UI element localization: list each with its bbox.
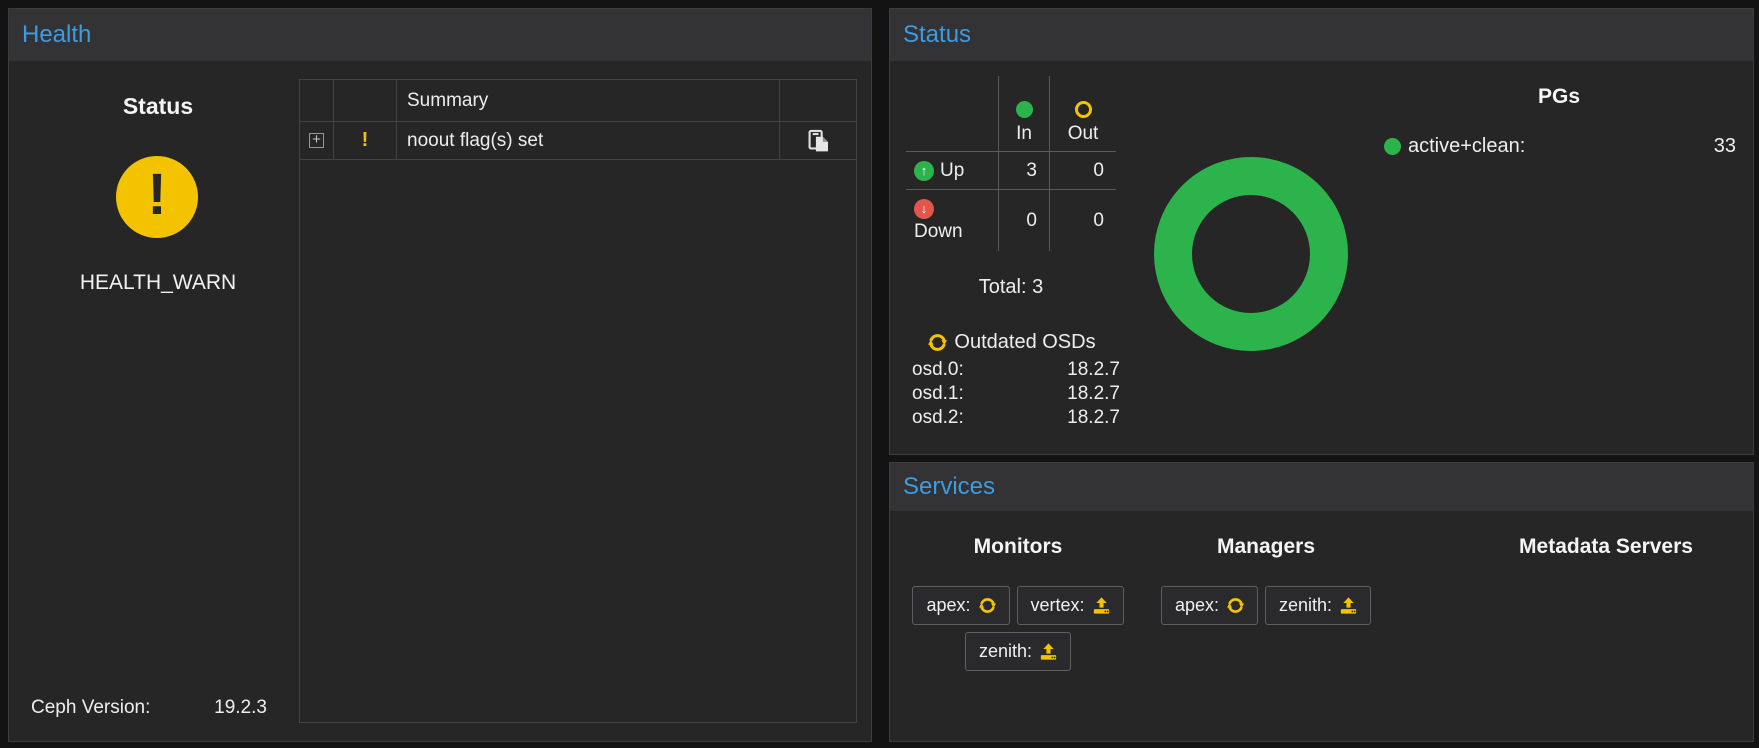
status-panel-title: Status: [903, 21, 971, 49]
outdated-osds-label: Outdated OSDs: [954, 331, 1095, 354]
outdated-osds-list: osd.0: 18.2.7 osd.1: 18.2.7 osd.2: 18.2.…: [912, 358, 1120, 430]
metadata-servers-heading: Metadata Servers: [1478, 533, 1734, 561]
health-summary-table: Summary + ! noout flag(s) set: [299, 79, 857, 723]
outdated-osds-heading: Outdated OSDs: [900, 331, 1124, 354]
pgs-donut-chart: [1154, 157, 1348, 351]
services-panel-header: Services: [890, 463, 1753, 511]
arrow-circle-down-icon: ↓: [914, 199, 934, 219]
copy-icon[interactable]: [807, 129, 830, 153]
manager-zenith-button[interactable]: zenith:: [1265, 586, 1371, 625]
down-row-header: ↓ Down: [906, 189, 998, 251]
in-dot-icon: [1016, 101, 1033, 118]
row-severity-cell: !: [334, 122, 397, 159]
ceph-version-value: 19.2.3: [214, 697, 267, 719]
osd-name: osd.1:: [912, 383, 964, 405]
exclamation-glyph: !: [147, 166, 166, 224]
osd-updown-grid: In Out ↑ Up 3 0 ↓ Down 0 0: [906, 76, 1116, 251]
out-column-header: Out: [1049, 76, 1116, 151]
down-row-label: Down: [914, 221, 998, 243]
services-panel: Services Monitors apex: vertex:: [889, 462, 1754, 742]
monitor-zenith-button[interactable]: zenith:: [965, 632, 1071, 671]
up-row-header: ↑ Up: [906, 151, 998, 189]
osd-name: osd.0:: [912, 359, 964, 381]
upload-icon: [1093, 597, 1110, 614]
table-row[interactable]: + ! noout flag(s) set: [300, 122, 856, 160]
monitor-apex-button[interactable]: apex:: [912, 586, 1009, 625]
status-panel-header: Status: [890, 9, 1753, 61]
managers-heading: Managers: [1138, 533, 1394, 561]
health-panel-title: Health: [22, 21, 91, 49]
monitor-vertex-button[interactable]: vertex:: [1017, 586, 1124, 625]
osd-version: 18.2.7: [1067, 407, 1120, 429]
out-ring-icon: [1075, 101, 1092, 118]
list-item: osd.0: 18.2.7: [912, 358, 1120, 382]
expander-column-header: [300, 80, 334, 121]
monitors-buttons: apex: vertex:: [890, 586, 1146, 671]
osd-name: osd.2:: [912, 407, 964, 429]
managers-buttons: apex: zenith:: [1138, 586, 1394, 625]
osd-version: 18.2.7: [1067, 359, 1120, 381]
sync-icon: [928, 333, 947, 352]
pgs-legend-label: active+clean:: [1408, 135, 1525, 158]
row-action-cell: [780, 122, 856, 159]
osd-down-out-count: 0: [1049, 189, 1116, 251]
sync-icon: [1227, 597, 1244, 614]
list-item: osd.1: 18.2.7: [912, 382, 1120, 406]
row-summary-cell: noout flag(s) set: [397, 122, 780, 159]
service-name: zenith:: [1279, 595, 1332, 616]
in-column-header: In: [998, 76, 1049, 151]
health-panel-body: Status ! HEALTH_WARN Summary + ! noout f…: [9, 61, 871, 741]
service-name: apex:: [1175, 595, 1219, 616]
monitors-group: Monitors apex: vertex:: [890, 533, 1146, 671]
health-panel: Health Status ! HEALTH_WARN Summary + ! …: [8, 8, 872, 742]
ceph-version-row: Ceph Version: 19.2.3: [31, 697, 267, 719]
out-header-label: Out: [1068, 123, 1099, 145]
services-panel-body: Monitors apex: vertex:: [890, 511, 1753, 741]
health-warning-icon: !: [116, 156, 198, 238]
status-panel-body: In Out ↑ Up 3 0 ↓ Down 0 0 Total: 3: [890, 61, 1753, 454]
service-name: zenith:: [979, 641, 1032, 662]
status-panel: Status In Out ↑ Up 3 0 ↓ Down 0 0: [889, 8, 1754, 455]
service-name: vertex:: [1031, 595, 1085, 616]
grid-corner-cell: [906, 76, 998, 151]
managers-group: Managers apex: zenith:: [1138, 533, 1394, 625]
pgs-heading: PGs: [1459, 85, 1659, 109]
active-clean-dot-icon: [1384, 138, 1401, 155]
pgs-legend-value: 33: [1714, 135, 1736, 158]
arrow-circle-up-icon: ↑: [914, 161, 934, 181]
health-panel-header: Health: [9, 9, 871, 61]
severity-column-header: [334, 80, 397, 121]
osd-up-out-count: 0: [1049, 151, 1116, 189]
action-column-header: [780, 80, 856, 121]
warning-exclamation-icon: !: [362, 129, 369, 152]
up-row-label: Up: [940, 160, 964, 182]
upload-icon: [1340, 597, 1357, 614]
osd-up-in-count: 3: [998, 151, 1049, 189]
ceph-version-label: Ceph Version:: [31, 697, 150, 719]
service-name: apex:: [926, 595, 970, 616]
pgs-legend-row: active+clean: 33: [1384, 133, 1736, 159]
services-panel-title: Services: [903, 473, 995, 501]
metadata-servers-group: Metadata Servers: [1478, 533, 1734, 586]
osd-total: Total: 3: [906, 276, 1116, 299]
health-status-value: HEALTH_WARN: [9, 271, 307, 295]
table-header-row: Summary: [300, 80, 856, 122]
summary-column-header[interactable]: Summary: [397, 80, 780, 121]
in-header-label: In: [1016, 123, 1032, 145]
upload-icon: [1040, 643, 1057, 660]
list-item: osd.2: 18.2.7: [912, 406, 1120, 430]
sync-icon: [979, 597, 996, 614]
manager-apex-button[interactable]: apex:: [1161, 586, 1258, 625]
osd-down-in-count: 0: [998, 189, 1049, 251]
monitors-heading: Monitors: [890, 533, 1146, 561]
row-expander-cell: +: [300, 122, 334, 159]
health-status-heading: Status: [9, 93, 307, 120]
osd-version: 18.2.7: [1067, 383, 1120, 405]
expand-row-icon[interactable]: +: [309, 133, 324, 148]
